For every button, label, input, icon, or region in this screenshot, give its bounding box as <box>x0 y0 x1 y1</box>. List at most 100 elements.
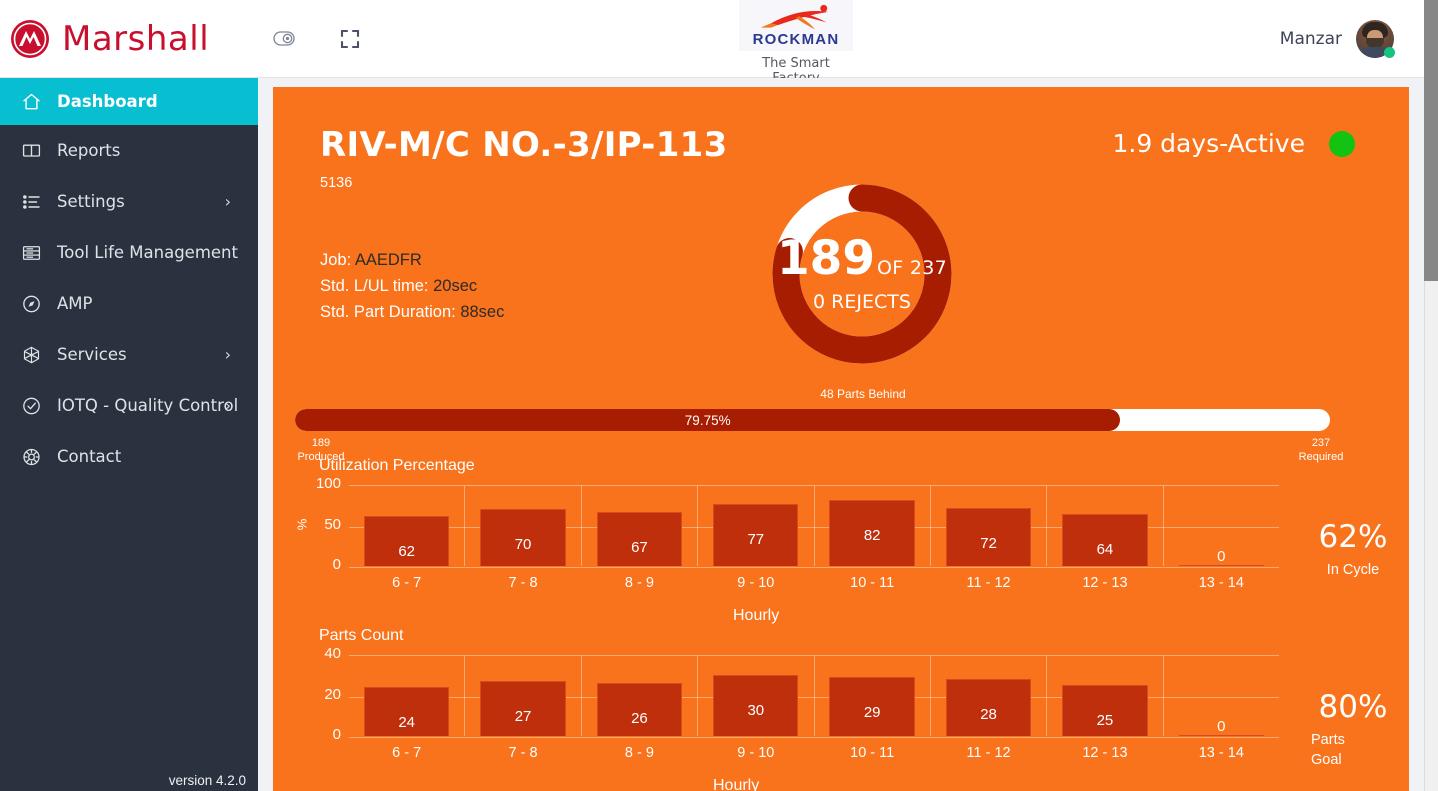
chart-x-tick: 11 - 12 <box>966 575 1011 591</box>
chart-bar[interactable]: 0 <box>1178 548 1264 566</box>
globe-icon <box>21 445 47 469</box>
chart-bar[interactable]: 27 <box>480 681 566 736</box>
chart-x-tick: 6 - 7 <box>392 745 422 761</box>
uptime-label: 1.9 days-Active <box>1112 129 1305 158</box>
chart-bars: 24 6 - 7 27 7 - 8 26 8 - 9 30 9 - 10 29 10 - 11 28… <box>349 656 1279 761</box>
chart-title: Utilization Percentage <box>319 457 475 474</box>
fullscreen-expand-icon[interactable] <box>330 19 370 59</box>
sidebar-item-label: IOTQ - Quality Control <box>57 396 239 415</box>
chart-kpi-caption: In Cycle <box>1326 562 1380 578</box>
production-donut-chart: 189 OF 237 0 REJECTS <box>772 184 952 364</box>
chevron-right-icon: › <box>224 345 231 364</box>
sidebar-item-reports[interactable]: Reports <box>0 125 258 176</box>
chart-y-tick: 20 <box>324 685 341 703</box>
sidebar-item-dashboard[interactable]: Dashboard <box>0 78 258 125</box>
chart-bar[interactable]: 25 <box>1062 685 1148 736</box>
toggle-switch-icon[interactable] <box>264 19 304 59</box>
sidebar-item-contact[interactable]: Contact <box>0 431 258 482</box>
avatar[interactable] <box>1356 20 1395 58</box>
chart-bar[interactable]: 28 <box>945 679 1032 736</box>
donut-of-total: OF 237 <box>877 257 948 279</box>
chart-bar[interactable]: 67 <box>596 511 683 566</box>
chart-bar-value: 67 <box>631 538 648 556</box>
donut-produced-count: 189 OF 237 <box>776 231 948 286</box>
chart-bar-column: 64 12 - 13 <box>1047 486 1164 591</box>
sidebar-item-label: AMP <box>57 294 93 313</box>
job-value: AAEDFR <box>354 251 422 269</box>
check-circle-icon <box>21 394 47 418</box>
sidebar-item-settings[interactable]: Settings › <box>0 176 258 227</box>
utilization-percentage-chart: Utilization Percentage% 100 50 0 62 6 - 7 70 7 … <box>273 457 1409 632</box>
chart-x-tick: 13 - 14 <box>1198 745 1244 761</box>
chart-kpi: 62% In Cycle <box>1303 519 1403 580</box>
chart-bar-column: 24 6 - 7 <box>349 656 466 761</box>
chart-bar[interactable]: 82 <box>829 499 915 566</box>
brand-logo[interactable]: Marshall <box>10 19 209 59</box>
chart-bar-value: 62 <box>398 542 416 560</box>
chart-y-tick: 50 <box>324 515 341 533</box>
rockman-runner-icon <box>760 4 829 30</box>
user-name: Manzar <box>1279 29 1342 49</box>
chart-bar-column: 0 13 - 14 <box>1164 486 1279 591</box>
chart-bar-column: 25 12 - 13 <box>1047 656 1164 761</box>
sidebar-item-tool-life-management[interactable]: Tool Life Management <box>0 227 258 278</box>
chart-bar[interactable]: 24 <box>363 687 450 736</box>
chart-bar[interactable]: 30 <box>713 675 799 736</box>
chart-title: Parts Count <box>319 627 404 644</box>
chart-bar-column: 72 11 - 12 <box>931 486 1048 591</box>
sidebar-item-label: Settings <box>57 192 125 211</box>
app-version: version 4.2.0 <box>168 773 246 788</box>
chart-gridline <box>349 567 1279 568</box>
chart-bar-value: 25 <box>1096 712 1114 730</box>
chart-bars: 62 6 - 7 70 7 - 8 67 8 - 9 77 9 - 10 82 10 - 11 72… <box>349 486 1279 591</box>
top-header: Marshall ROCKMAN The Smart Manzar <box>0 0 1424 86</box>
chart-bar[interactable]: 72 <box>945 507 1032 566</box>
chart-bar-value: 82 <box>863 526 881 544</box>
sidebar-item-iotq-quality-control[interactable]: IOTQ - Quality Control › <box>0 380 258 431</box>
status-badge <box>1329 131 1355 157</box>
chart-bar[interactable]: 70 <box>480 509 566 566</box>
marshall-m-logo-icon <box>11 19 49 58</box>
sidebar-item-label: Contact <box>57 447 122 466</box>
chart-bar-column: 29 10 - 11 <box>815 656 931 761</box>
chart-bar-column: 62 6 - 7 <box>349 486 466 591</box>
lul-time-value: 20sec <box>433 277 478 295</box>
chart-bar-column: 0 13 - 14 <box>1164 656 1279 761</box>
chart-bar[interactable]: 26 <box>596 683 683 736</box>
chart-y-tick: 100 <box>315 475 341 492</box>
part-duration-label: Std. Part Duration: <box>320 303 456 321</box>
machine-id: 5136 <box>320 175 353 191</box>
chart-bar[interactable]: 29 <box>829 677 915 736</box>
chart-y-tick: 0 <box>332 726 341 743</box>
chart-bar[interactable]: 77 <box>713 503 799 566</box>
page-scrollbar-track[interactable] <box>1424 0 1438 791</box>
chart-bar[interactable]: 0 <box>1178 718 1264 736</box>
sidebar-item-amp[interactable]: AMP <box>0 278 258 329</box>
chart-bar[interactable]: 64 <box>1062 514 1148 566</box>
sidebar-item-services[interactable]: Services › <box>0 329 258 380</box>
chart-x-tick: 7 - 8 <box>508 575 538 591</box>
page-scrollbar-thumb[interactable] <box>1424 0 1438 281</box>
hexagon-icon <box>21 343 47 367</box>
progress-fill: 79.75% <box>295 409 1121 431</box>
chart-plot-area: 24 6 - 7 27 7 - 8 26 8 - 9 30 9 - 10 29 10 - 11 28… <box>349 655 1279 761</box>
sidebar-nav: Dashboard Reports Settings › Tool Life Manag… <box>0 78 258 482</box>
chart-plot-area: 62 6 - 7 70 7 - 8 67 8 - 9 77 9 - 10 82 10 - 11 72… <box>349 485 1279 591</box>
chart-bar-value: 0 <box>1217 718 1226 735</box>
chart-bar-column: 26 8 - 9 <box>582 656 699 761</box>
chart-bar-value: 77 <box>747 530 765 548</box>
chart-bar-value: 26 <box>631 710 648 728</box>
app-root: Marshall ROCKMAN The Smart Manzar Dashbo… <box>0 0 1438 791</box>
user-menu[interactable]: Manzar <box>1279 0 1395 78</box>
chart-x-tick: 8 - 9 <box>624 745 654 761</box>
chart-x-tick: 12 - 13 <box>1082 745 1128 761</box>
chart-bar-column: 70 7 - 8 <box>465 486 582 591</box>
chart-y-tick: 40 <box>324 645 341 662</box>
chart-x-tick: 7 - 8 <box>508 745 538 761</box>
chart-x-axis-label: Hourly <box>713 777 760 791</box>
chart-x-tick: 13 - 14 <box>1198 575 1244 591</box>
chart-bar-value: 28 <box>980 706 997 724</box>
chart-bar[interactable]: 62 <box>363 515 450 566</box>
chart-kpi-value: 80% <box>1318 689 1388 725</box>
chart-kpi-caption-line2: Goal <box>1311 752 1342 768</box>
